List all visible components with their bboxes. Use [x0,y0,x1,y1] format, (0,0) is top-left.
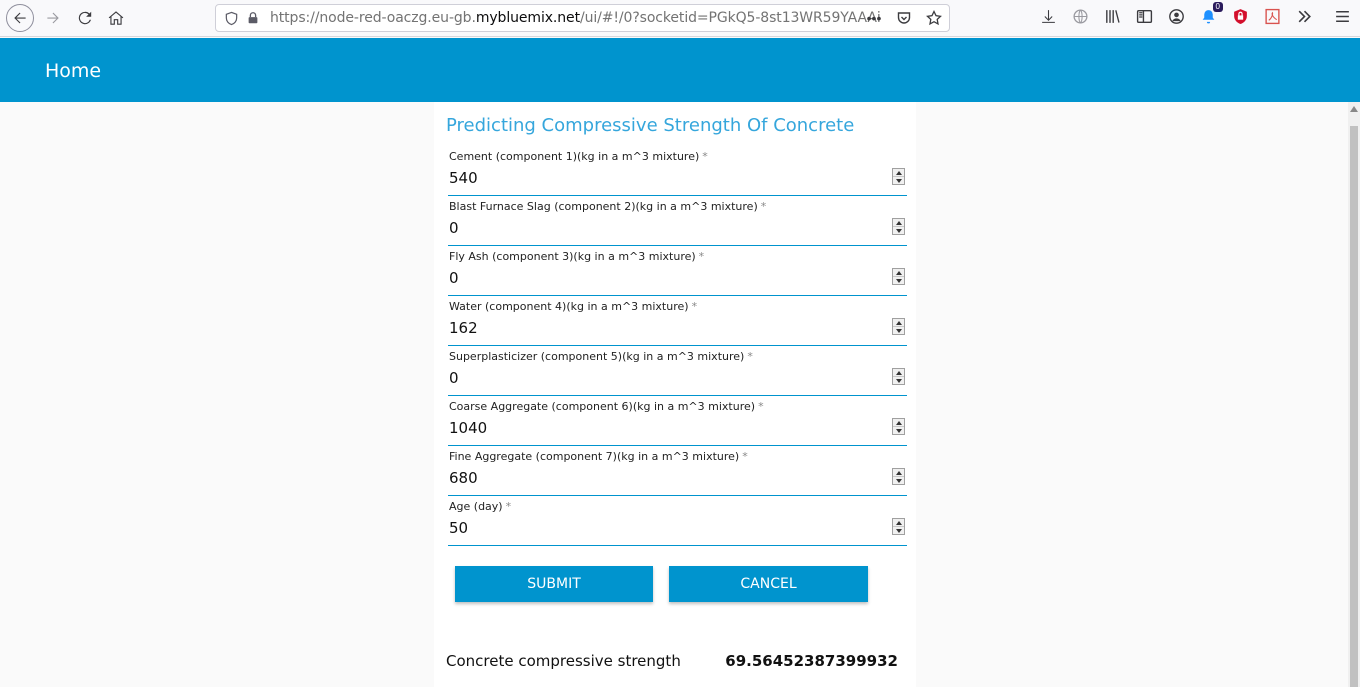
result-label: Concrete compressive strength [446,652,681,670]
reload-button[interactable] [72,5,98,31]
field-label: Superplasticizer (component 5)(kg in a m… [449,350,753,363]
age-field[interactable]: Age (day) * [448,500,907,546]
account-icon[interactable] [1167,7,1186,26]
stepper-up-icon[interactable] [893,419,904,426]
required-marker: * [691,300,698,313]
number-stepper[interactable] [892,468,905,485]
stepper-down-icon[interactable] [893,326,904,334]
number-stepper[interactable] [892,168,905,185]
stepper-up-icon[interactable] [893,219,904,226]
forward-button[interactable] [40,5,66,31]
bookmark-star-icon[interactable] [925,9,943,27]
cement-input[interactable] [449,169,869,187]
stepper-down-icon[interactable] [893,476,904,484]
globe-icon[interactable] [1071,7,1090,26]
stepper-down-icon[interactable] [893,176,904,184]
slag-input[interactable] [449,219,869,237]
form-card: Predicting Compressive Strength Of Concr… [434,102,916,687]
required-marker: * [698,250,705,263]
stepper-down-icon[interactable] [893,426,904,434]
more-actions-icon[interactable]: ••• [865,9,883,27]
stepper-down-icon[interactable] [893,526,904,534]
coarse-aggregate-input[interactable] [449,419,869,437]
app-header: Home [0,38,1360,102]
url-bar[interactable]: https://node-red-oaczg.eu-gb.mybluemix.n… [215,4,950,32]
sidebar-icon[interactable] [1135,7,1154,26]
submit-button[interactable]: SUBMIT [455,566,653,602]
number-stepper[interactable] [892,218,905,235]
stepper-down-icon[interactable] [893,226,904,234]
url-domain: mybluemix.net [475,10,580,26]
number-stepper[interactable] [892,318,905,335]
field-label: Age (day) * [449,500,512,513]
extension-notification-icon[interactable]: 0 [1199,2,1223,26]
browser-toolbar: https://node-red-oaczg.eu-gb.mybluemix.n… [0,0,1360,37]
slag-field[interactable]: Blast Furnace Slag (component 2)(kg in a… [448,200,907,246]
stepper-up-icon[interactable] [893,319,904,326]
fly-ash-field[interactable]: Fly Ash (component 3)(kg in a m^3 mixtur… [448,250,907,296]
stepper-up-icon[interactable] [893,519,904,526]
fine-aggregate-field[interactable]: Fine Aggregate (component 7)(kg in a m^3… [448,450,907,496]
stepper-up-icon[interactable] [893,169,904,176]
home-button[interactable] [103,5,129,31]
page-scrollbar[interactable] [1348,102,1360,687]
arrow-left-icon [14,12,26,24]
superplasticizer-input[interactable] [449,369,869,387]
number-stepper[interactable] [892,368,905,385]
field-label: Fine Aggregate (component 7)(kg in a m^3… [449,450,748,463]
download-icon[interactable] [1039,7,1058,26]
field-label: Water (component 4)(kg in a m^3 mixture)… [449,300,698,313]
cancel-button[interactable]: CANCEL [669,566,868,602]
field-label: Blast Furnace Slag (component 2)(kg in a… [449,200,767,213]
library-icon[interactable] [1103,7,1122,26]
reload-icon [78,11,92,25]
required-marker: * [760,200,767,213]
url-text[interactable]: https://node-red-oaczg.eu-gb.mybluemix.n… [270,10,881,26]
field-label: Fly Ash (component 3)(kg in a m^3 mixtur… [449,250,705,263]
lock-icon[interactable] [246,10,262,26]
stepper-down-icon[interactable] [893,276,904,284]
field-label: Coarse Aggregate (component 6)(kg in a m… [449,400,764,413]
age-input[interactable] [449,519,869,537]
back-button[interactable] [6,4,34,32]
fine-aggregate-input[interactable] [449,469,869,487]
number-stepper[interactable] [892,418,905,435]
required-marker: * [702,150,708,163]
form-title: Predicting Compressive Strength Of Concr… [446,115,855,136]
superplasticizer-field[interactable]: Superplasticizer (component 5)(kg in a m… [448,350,907,396]
scroll-thumb[interactable] [1350,126,1358,687]
coarse-aggregate-field[interactable]: Coarse Aggregate (component 6)(kg in a m… [448,400,907,446]
cement-field[interactable]: Cement (component 1)(kg in a m^3 mixture… [448,150,907,196]
stepper-down-icon[interactable] [893,376,904,384]
scroll-up-icon[interactable] [1350,106,1358,112]
stepper-up-icon[interactable] [893,269,904,276]
result-value: 69.56452387399932 [725,652,898,670]
notification-badge: 0 [1212,2,1223,12]
page-title: Home [45,60,102,82]
field-label: Cement (component 1)(kg in a m^3 mixture… [449,150,708,163]
water-input[interactable] [449,319,869,337]
shield-icon[interactable] [224,10,240,26]
overflow-chevron-icon[interactable] [1295,7,1314,26]
menu-icon[interactable] [1333,7,1352,26]
required-marker: * [505,500,512,513]
stepper-up-icon[interactable] [893,469,904,476]
home-icon [108,11,124,25]
url-prefix: https://node-red-oaczg.eu-gb. [270,10,476,26]
fly-ash-input[interactable] [449,269,869,287]
required-marker: * [747,350,753,363]
pocket-icon[interactable] [895,9,913,27]
required-marker: * [758,400,764,413]
pdf-icon[interactable] [1263,7,1282,26]
url-path: /ui/#!/0?socketid=PGkQ5-8st13WR59YAAAi [579,10,881,26]
number-stepper[interactable] [892,518,905,535]
water-field[interactable]: Water (component 4)(kg in a m^3 mixture)… [448,300,907,346]
arrow-right-icon [47,12,59,24]
required-marker: * [742,450,748,463]
number-stepper[interactable] [892,268,905,285]
stepper-up-icon[interactable] [893,369,904,376]
ublock-icon[interactable] [1231,7,1250,26]
